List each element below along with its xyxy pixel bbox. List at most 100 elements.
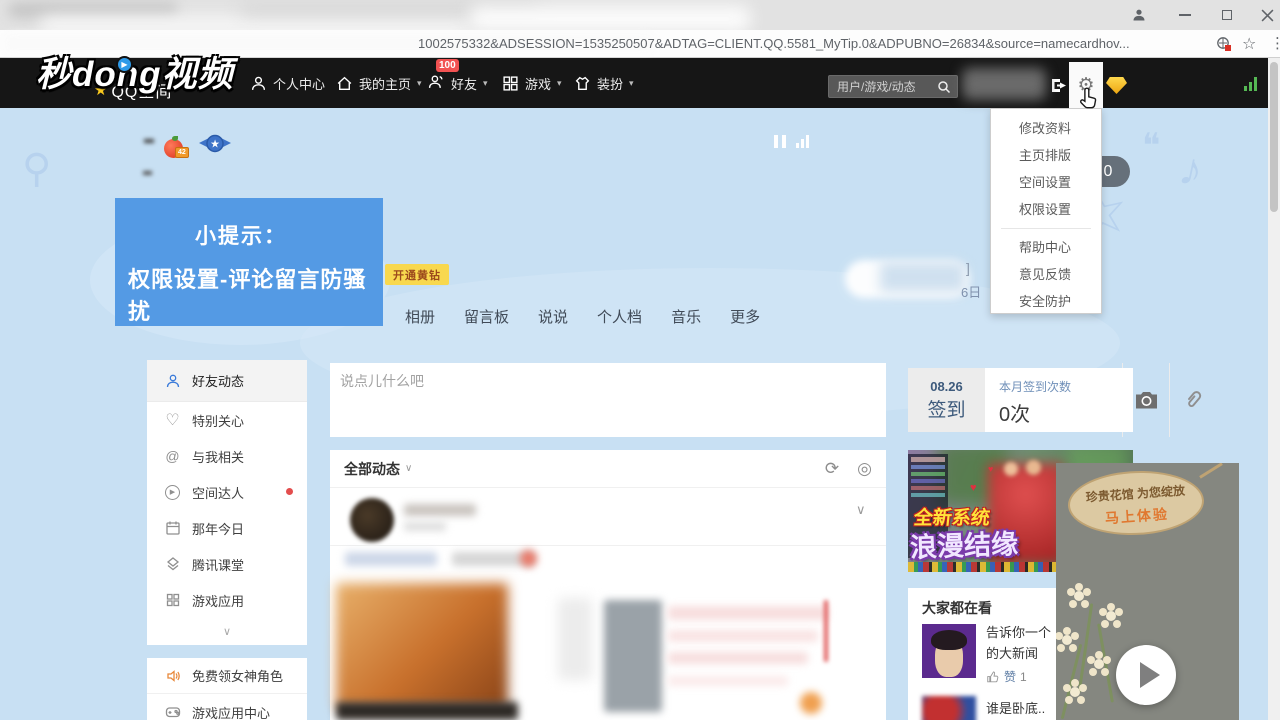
checkin-button[interactable]: 08.26 签到 (908, 368, 985, 432)
menu-security[interactable]: 安全防护 (991, 288, 1101, 315)
checkin-card: 08.26 签到 本月签到次数 0次 (908, 368, 1133, 432)
ad-face-blur (1026, 460, 1041, 475)
browser-profile-button[interactable] (1124, 4, 1154, 26)
search-icon[interactable] (937, 80, 951, 94)
gem-icon (165, 556, 181, 572)
feed-settings-icon[interactable]: ◎ (857, 459, 872, 479)
deco-quote-icon: ❝ (1142, 126, 1160, 166)
restore-button[interactable] (1212, 4, 1242, 26)
sidebar-item-free-goddess[interactable]: 免费领女神角色 (147, 658, 307, 694)
blurred-gray-block (604, 600, 662, 712)
deco-music-note-icon: ♪ (1175, 140, 1209, 198)
settings-dropdown: 修改资料 主页排版 空间设置 权限设置 帮助中心 意见反馈 安全防护 (990, 108, 1102, 314)
peek-date: 6日 (961, 282, 981, 301)
menu-edit-profile[interactable]: 修改资料 (991, 115, 1101, 142)
heart-icon: ♥ (988, 464, 993, 474)
video-ad-overlay[interactable]: 珍贵花馆 为您绽放 马上体验 (1056, 463, 1239, 720)
tip-line1: 小提示： (195, 220, 287, 250)
feed-panel: 全部动态 ∨ ⟳ ◎ ∨ (330, 450, 886, 720)
camera-icon (1134, 390, 1159, 411)
sidebar-item-game-center[interactable]: 游戏应用中心 (147, 694, 307, 720)
open-yellow-diamond-button[interactable]: 开通黄钻 (385, 264, 449, 285)
close-icon (1261, 9, 1274, 22)
caret-down-icon: ▾ (417, 78, 422, 89)
paperclip-icon (1178, 385, 1209, 416)
site-permission-icon[interactable] (1216, 36, 1232, 52)
feed-item-collapse-chevron[interactable]: ∨ (856, 502, 866, 518)
scrollbar-thumb[interactable] (1270, 62, 1278, 212)
composer-input[interactable] (340, 371, 780, 429)
video-watermark: 秒dong视频 (36, 46, 234, 97)
tab-albums[interactable]: 相册 (405, 306, 435, 327)
watch-item1-thumbnail[interactable] (922, 624, 976, 678)
person-icon (165, 373, 181, 389)
calendar-icon (165, 520, 181, 536)
apple-badge-count: 42 (175, 147, 189, 158)
signal-bars-icon (1244, 77, 1260, 91)
browser-menu-kebab-icon[interactable]: ⋮ (1270, 34, 1280, 52)
tab-message-board[interactable]: 留言板 (464, 306, 509, 327)
menu-zone-settings[interactable]: 空间设置 (991, 169, 1101, 196)
menu-permission-settings[interactable]: 权限设置 (991, 196, 1101, 223)
sidebar-item-special-care[interactable]: ♡ 特别关心 (147, 402, 307, 438)
sidebar-item-game-apps[interactable]: 游戏应用 (147, 582, 307, 618)
blurred-name (404, 504, 476, 516)
video-play-button[interactable] (1116, 645, 1176, 705)
navbar-search[interactable] (828, 75, 958, 98)
refresh-icon[interactable]: ⟳ (825, 459, 839, 479)
bookmark-star-icon[interactable]: ☆ (1242, 34, 1256, 54)
nav-friends[interactable]: 100 好友 ▾ (428, 58, 488, 108)
nav-my-home[interactable]: 我的主页 ▾ (336, 58, 422, 108)
composer-attach-button[interactable] (1169, 363, 1216, 437)
checkin-count: 0次 (999, 398, 1133, 427)
tab-personal-file[interactable]: 个人档 (597, 306, 642, 327)
watch-item2-line1[interactable]: 谁是卧底.. (986, 698, 1045, 719)
sidebar-item-friend-feeds[interactable]: 好友动态 (147, 360, 307, 402)
sidebar-item-tencent-classroom[interactable]: 腾讯课堂 (147, 546, 307, 582)
logout-icon[interactable] (1050, 77, 1068, 94)
sidebar-collapse-chevron[interactable]: ∨ (147, 618, 307, 645)
flower-icon (1062, 635, 1072, 645)
blurred-text-block (558, 598, 592, 680)
pause-icon[interactable] (774, 135, 786, 148)
sidebar-panel: 好友动态 ♡ 特别关心 @ 与我相关 ▶ 空间达人 那年今日 腾讯课堂 游戏应用… (147, 360, 307, 645)
notification-dot (286, 488, 293, 495)
sidebar-item-zone-stars[interactable]: ▶ 空间达人 (147, 474, 307, 510)
checkin-action: 签到 (908, 395, 985, 422)
sidebar-item-about-me[interactable]: @ 与我相关 (147, 438, 307, 474)
like-count: 1 (1020, 670, 1027, 684)
blurred-image-caption (336, 702, 518, 720)
like-label[interactable]: 赞 (1004, 668, 1016, 685)
composer-panel (330, 363, 886, 437)
tab-shuoshuo[interactable]: 说说 (538, 306, 568, 327)
friends-count-badge: 100 (436, 59, 459, 72)
leaf-cta-button[interactable]: 马上体验 (1070, 501, 1203, 530)
nav-personal-center[interactable]: 个人中心 (250, 58, 325, 108)
profile-icon (1131, 7, 1147, 23)
divider (330, 545, 886, 546)
thumb-up-icon[interactable] (986, 670, 1000, 684)
nav-decorate[interactable]: 装扮 ▾ (574, 58, 634, 108)
menu-feedback[interactable]: 意见反馈 (991, 261, 1101, 288)
search-input[interactable] (829, 80, 937, 94)
watch-item2-thumbnail[interactable] (922, 696, 976, 720)
nav-games[interactable]: 游戏 ▾ (502, 58, 562, 108)
sidebar-item-that-year-today[interactable]: 那年今日 (147, 510, 307, 546)
menu-help-center[interactable]: 帮助中心 (991, 234, 1101, 261)
url-text[interactable]: 1002575332&ADSESSION=1535250507&ADTAG=CL… (418, 36, 1130, 51)
flower-icon (1106, 611, 1116, 621)
blurred-pink-line (668, 652, 808, 664)
flower-icon (1070, 687, 1080, 697)
tab-music[interactable]: 音乐 (671, 306, 701, 327)
minimize-button[interactable] (1170, 4, 1200, 26)
chart-bars-icon[interactable] (796, 135, 809, 148)
leaf-stem (1199, 463, 1223, 479)
menu-homepage-layout[interactable]: 主页排版 (991, 142, 1101, 169)
browser-scrollbar[interactable] (1268, 58, 1280, 720)
profile-tabs: 相册 留言板 说说 个人档 音乐 更多 (405, 306, 760, 327)
tab-more[interactable]: 更多 (730, 306, 760, 327)
feed-filter-dropdown[interactable]: 全部动态 (344, 459, 400, 479)
blurred-subtext (404, 522, 446, 531)
close-button[interactable] (1252, 4, 1280, 26)
caret-down-icon: ▾ (557, 78, 562, 89)
